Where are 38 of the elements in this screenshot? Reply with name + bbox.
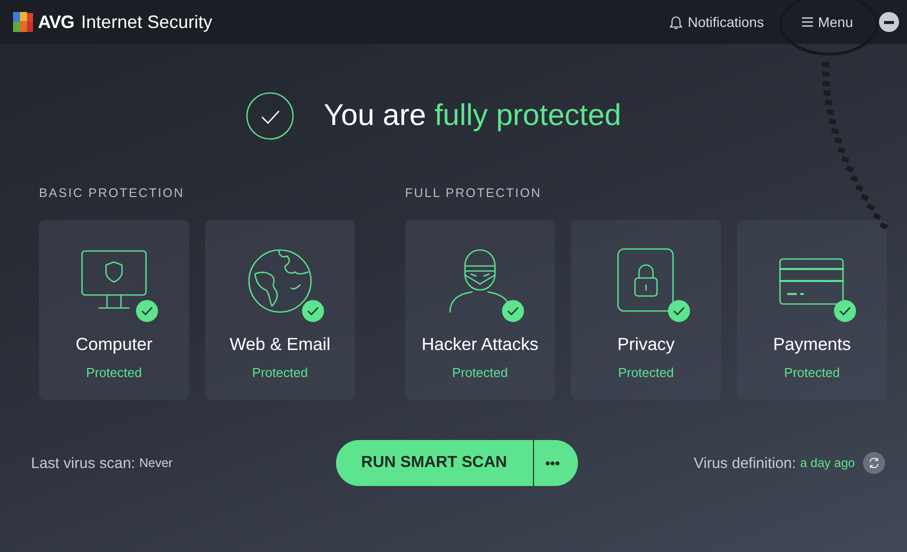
run-scan-button[interactable]: RUN SMART SCAN: [336, 440, 534, 486]
protection-card[interactable]: Payments Protected: [737, 220, 887, 400]
menu-button[interactable]: Menu: [796, 10, 859, 34]
notifications-button[interactable]: Notifications: [662, 10, 770, 34]
protection-card[interactable]: Hacker Attacks Protected: [405, 220, 555, 400]
refresh-button[interactable]: [863, 452, 885, 474]
refresh-icon: [868, 457, 880, 469]
card-title: Hacker Attacks: [422, 334, 538, 355]
logo-icon: [12, 11, 34, 33]
card-status: Protected: [618, 365, 674, 380]
card-status: Protected: [86, 365, 142, 380]
card-status: Protected: [784, 365, 840, 380]
card-status: Protected: [252, 365, 308, 380]
section-title: FULL PROTECTION: [405, 186, 543, 200]
logo-text: AVG: [38, 12, 74, 32]
bell-icon: [668, 14, 683, 30]
protection-card[interactable]: Computer Protected: [39, 220, 189, 400]
definition-value: a day ago: [800, 456, 855, 470]
minus-icon: [884, 20, 894, 24]
minimize-button[interactable]: [879, 12, 899, 32]
last-scan-label: Last virus scan:: [31, 454, 136, 472]
card-status: Protected: [452, 365, 508, 380]
menu-icon: [802, 17, 813, 27]
protection-card[interactable]: Web & Email Protected: [205, 220, 355, 400]
definition-label: Virus definition:: [694, 454, 796, 472]
padlock-icon: [617, 248, 675, 314]
card-title: Payments: [773, 334, 851, 355]
last-scan-value: Never: [139, 456, 173, 470]
more-options-button[interactable]: •••: [534, 440, 578, 486]
app-title: Internet Security: [81, 12, 212, 32]
status-headline: You are fully protected: [324, 99, 622, 133]
credit-card-icon: [779, 258, 845, 306]
card-title: Computer: [76, 334, 152, 355]
globe-icon: [247, 248, 313, 314]
card-title: Web & Email: [230, 334, 330, 355]
card-title: Privacy: [617, 334, 675, 355]
protection-card[interactable]: Privacy Protected: [571, 220, 721, 400]
section-title: BASIC PROTECTION: [39, 186, 186, 200]
